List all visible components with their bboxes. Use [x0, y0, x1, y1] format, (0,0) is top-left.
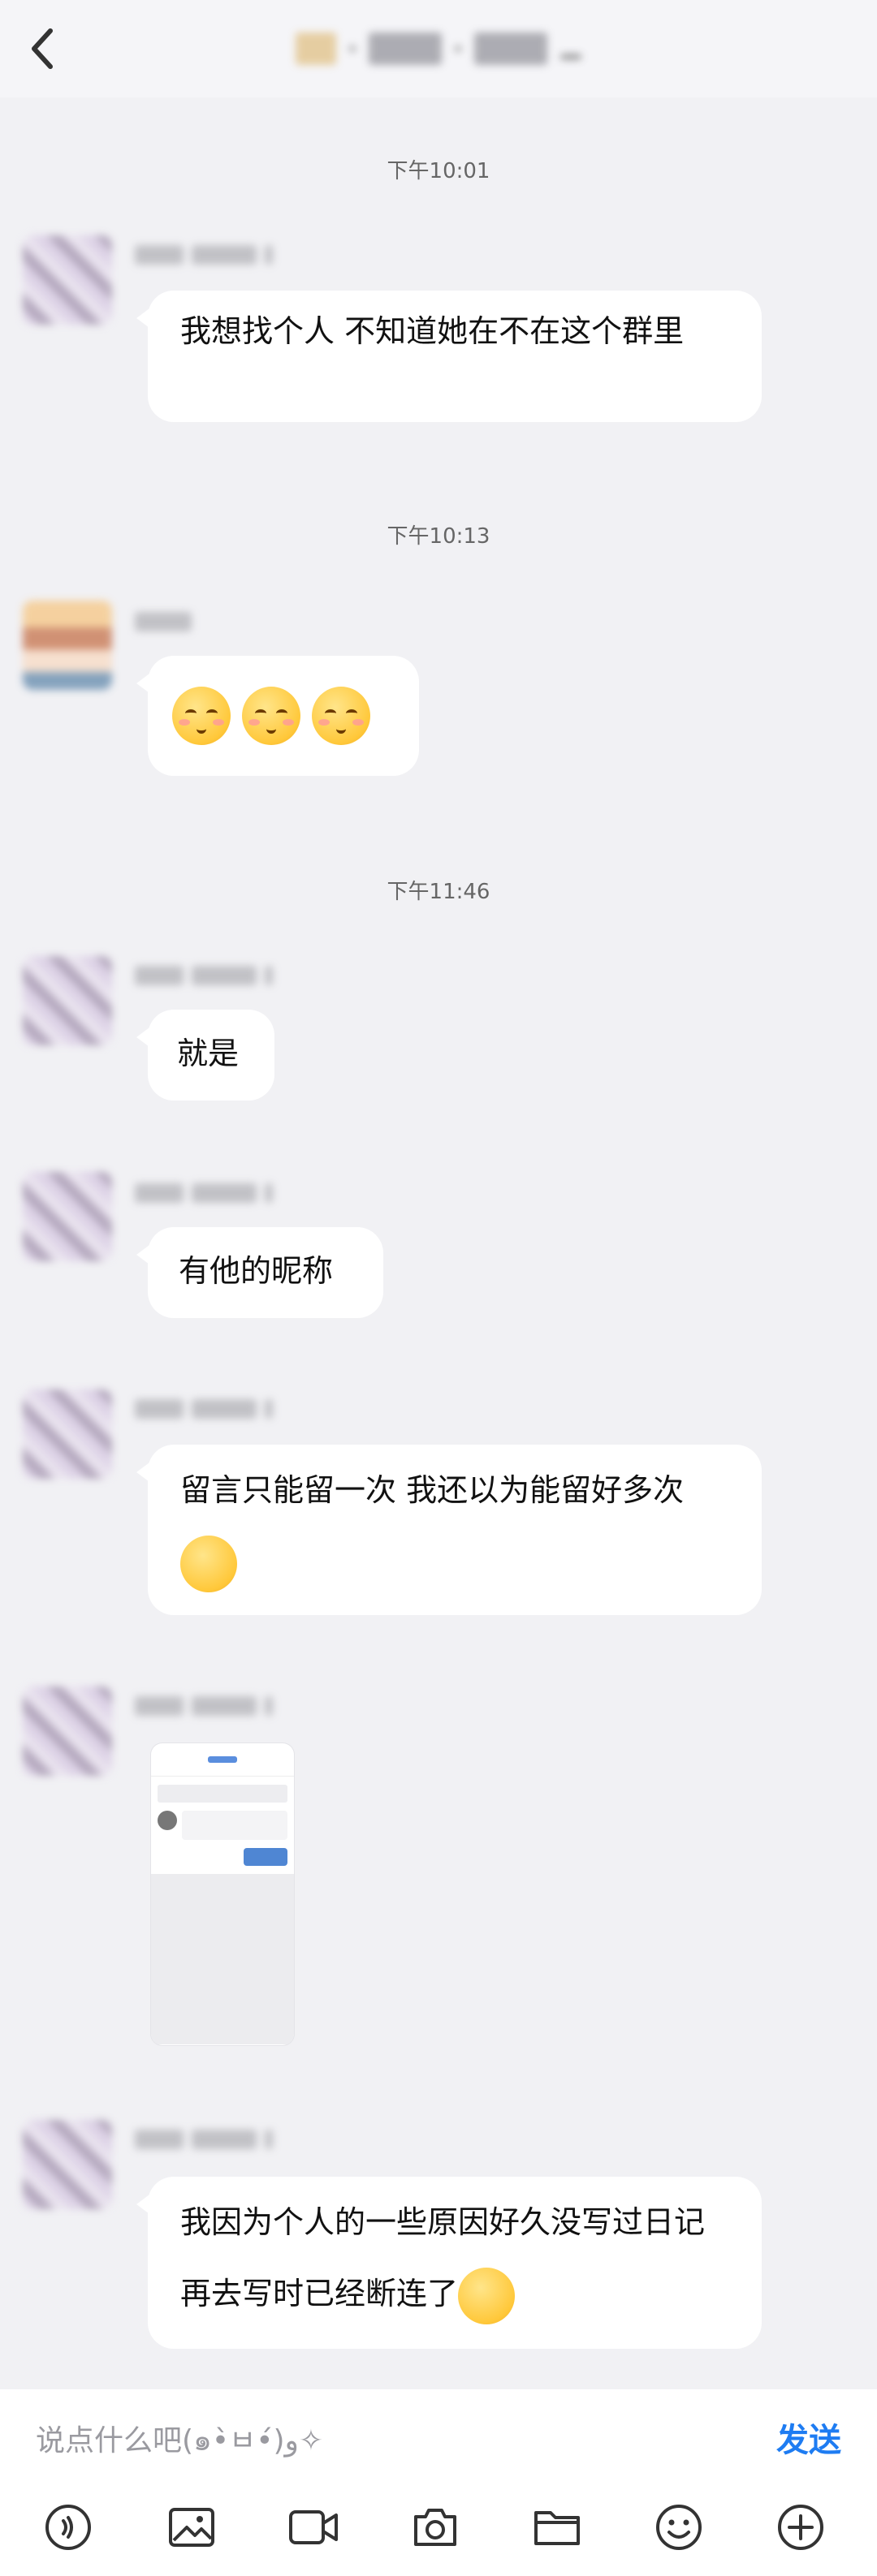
- sender-name: [135, 1695, 273, 1717]
- shy-face-icon: [172, 687, 231, 745]
- message-text: 留言只能留一次 我还以为能留好多次: [180, 1472, 685, 1508]
- message-input[interactable]: 说点什么吧(๑•̀ㅂ•́)و✧: [36, 2417, 323, 2463]
- timestamp: 下午10:13: [387, 524, 490, 549]
- message-text: 就是: [177, 1036, 240, 1071]
- chat-header: [0, 0, 877, 97]
- pleading-face-icon: [458, 2267, 516, 2324]
- message-text: 有他的昵称: [179, 1253, 334, 1289]
- message-text: 我因为个人的一些原因好久没写过日记 再去写时已经断连了: [180, 2204, 706, 2311]
- sender-name: [135, 610, 192, 633]
- chevron-left-icon: [32, 28, 53, 69]
- shy-face-icon: [312, 687, 370, 745]
- input-bar: 说点什么吧(๑•̀ㅂ•́)و✧ 发送: [0, 2389, 877, 2576]
- shy-face-icon: [242, 687, 300, 745]
- avatar[interactable]: [23, 1389, 112, 1479]
- camera-icon[interactable]: [403, 2495, 468, 2560]
- send-button[interactable]: 发送: [776, 2414, 841, 2461]
- plus-icon[interactable]: [768, 2495, 833, 2560]
- avatar[interactable]: [23, 1686, 112, 1776]
- timestamp: 下午11:46: [387, 880, 490, 904]
- sender-name: [135, 1182, 273, 1204]
- video-icon[interactable]: [281, 2495, 346, 2560]
- message-bubble[interactable]: 留言只能留一次 我还以为能留好多次: [136, 1445, 762, 1615]
- emoji-message[interactable]: [136, 656, 419, 776]
- voice-icon[interactable]: [36, 2495, 101, 2560]
- back-button[interactable]: [16, 23, 68, 75]
- image-icon[interactable]: [159, 2495, 224, 2560]
- sender-name: [135, 964, 273, 987]
- sender-name: [135, 1398, 273, 1420]
- avatar[interactable]: [23, 2120, 112, 2209]
- laughing-crying-icon: [180, 1535, 237, 1592]
- avatar[interactable]: [23, 235, 112, 325]
- sender-name: [135, 2128, 273, 2151]
- sender-name: [135, 243, 273, 266]
- message-bubble[interactable]: 有他的昵称: [136, 1227, 383, 1318]
- chat-title: [296, 32, 581, 65]
- message-bubble[interactable]: 我想找个人 不知道她在不在这个群里: [136, 291, 762, 422]
- timestamp: 下午10:01: [387, 159, 490, 183]
- avatar[interactable]: [23, 601, 112, 690]
- avatar[interactable]: [23, 956, 112, 1045]
- message-bubble[interactable]: 我因为个人的一些原因好久没写过日记 再去写时已经断连了: [136, 2177, 762, 2349]
- avatar[interactable]: [23, 1172, 112, 1261]
- emoji-icon[interactable]: [646, 2495, 711, 2560]
- message-text: 我想找个人 不知道她在不在这个群里: [180, 313, 685, 349]
- folder-icon[interactable]: [525, 2495, 590, 2560]
- image-message[interactable]: [151, 1743, 294, 2045]
- toolbar: [0, 2495, 877, 2560]
- message-bubble[interactable]: 就是: [136, 1010, 274, 1101]
